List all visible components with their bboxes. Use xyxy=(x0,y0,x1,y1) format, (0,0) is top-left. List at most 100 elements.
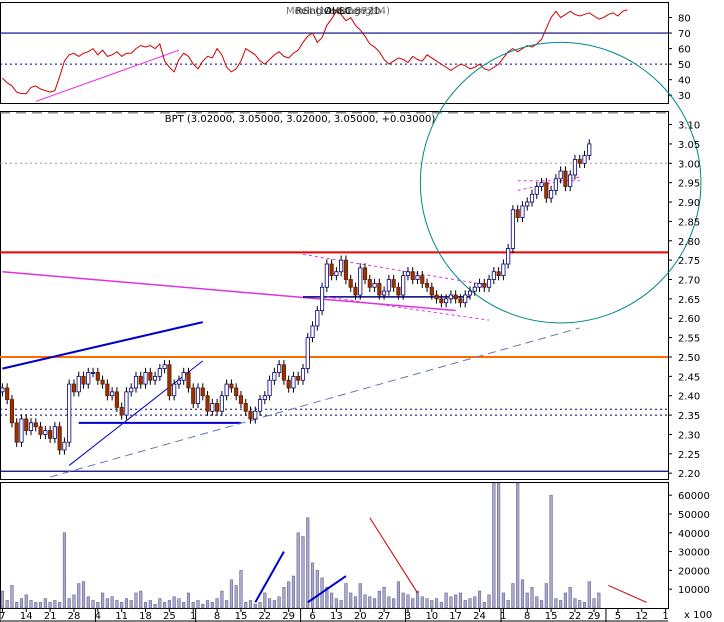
price-candle xyxy=(482,282,487,288)
day-tick-label: 8 xyxy=(214,611,220,622)
price-candle xyxy=(110,391,115,397)
price-candle xyxy=(296,375,301,381)
price-candle xyxy=(129,387,134,393)
volume-bar xyxy=(449,596,453,609)
price-candle xyxy=(343,259,348,280)
day-tick-label: 1 xyxy=(662,611,668,622)
price-candle xyxy=(477,282,482,288)
price-candle xyxy=(138,375,143,385)
price-candle xyxy=(382,290,387,296)
volume-bar xyxy=(396,581,400,609)
price-candle xyxy=(310,325,315,339)
price-ytick-label: 2.85 xyxy=(678,217,700,228)
volume-bar xyxy=(19,598,24,609)
volume-bar xyxy=(520,579,525,609)
price-candle xyxy=(558,170,563,180)
price-candle xyxy=(553,178,558,191)
volume-scale-note: x 100 xyxy=(684,610,712,621)
price-candle xyxy=(348,279,353,288)
volume-bar xyxy=(372,598,377,609)
price-candle xyxy=(0,387,5,393)
volume-bar xyxy=(58,602,62,609)
price-ytick-label: 2.35 xyxy=(678,411,700,422)
volume-bar xyxy=(525,592,529,609)
volume-bar xyxy=(368,596,372,609)
price-frame xyxy=(0,111,669,480)
volume-bar xyxy=(444,592,448,609)
rsi-ytick-label: 80 xyxy=(678,14,691,25)
price-candle xyxy=(157,368,162,377)
price-candle xyxy=(405,271,411,277)
volume-bar xyxy=(163,602,167,609)
price-candle xyxy=(372,282,377,288)
volume-bar xyxy=(358,583,362,609)
price-candle xyxy=(243,403,248,412)
volume-bar xyxy=(81,581,86,609)
price-ytick-label: 2.45 xyxy=(678,372,700,383)
price-candle xyxy=(534,186,539,195)
price-candle xyxy=(305,337,310,370)
volume-bar xyxy=(306,517,310,609)
volume-bar xyxy=(191,602,195,609)
volume-bar xyxy=(229,579,233,609)
rsi-ytick-label: 60 xyxy=(678,45,691,56)
day-tick-label: 20 xyxy=(354,611,367,622)
volume-bar xyxy=(282,587,286,609)
price-ytick-label: 2.20 xyxy=(678,469,700,480)
price-ytick-label: 2.40 xyxy=(678,392,700,403)
volume-bar xyxy=(62,532,66,609)
volume-bar xyxy=(415,590,420,609)
rsi-title-overlay: RSI (14) 81.8720 xyxy=(296,6,380,17)
price-candle xyxy=(520,205,525,218)
volume-bar xyxy=(334,598,338,609)
price-candle xyxy=(424,282,430,288)
price-candle xyxy=(219,395,224,412)
volume-bar xyxy=(24,594,28,609)
volume-bar xyxy=(34,602,38,609)
volume-bar xyxy=(244,602,248,609)
price-candle xyxy=(90,372,96,374)
volume-bar xyxy=(38,602,43,609)
day-tick-label: 7 xyxy=(0,611,6,622)
day-tick-label: 24 xyxy=(473,611,486,622)
volume-bar xyxy=(205,600,210,609)
volume-bar xyxy=(124,598,129,609)
volume-bar xyxy=(0,590,4,609)
volume-bar xyxy=(406,594,410,609)
volume-bar xyxy=(501,592,505,609)
price-candle xyxy=(429,286,434,296)
day-tick-label: 12 xyxy=(635,611,648,622)
day-tick-label: 8 xyxy=(524,611,530,622)
price-candle xyxy=(95,372,100,381)
volume-bar xyxy=(263,592,267,609)
price-candle xyxy=(186,372,191,389)
price-candle xyxy=(14,422,19,443)
volume-bar xyxy=(587,581,591,609)
price-candle xyxy=(52,426,57,439)
volume-bar xyxy=(48,602,52,609)
price-candle xyxy=(57,426,62,451)
volume-bar xyxy=(43,598,47,609)
price-candle xyxy=(272,372,277,381)
volume-bar xyxy=(477,590,482,609)
volume-bar xyxy=(516,482,520,609)
volume-bar xyxy=(29,600,33,609)
volume-bar xyxy=(420,596,424,609)
price-candle xyxy=(195,387,201,404)
day-tick-label: 17 xyxy=(449,611,462,622)
volume-bar xyxy=(167,600,171,609)
day-tick-label: 29 xyxy=(588,611,601,622)
rsi-ytick-label: 50 xyxy=(678,60,691,71)
price-candle xyxy=(105,383,110,397)
volume-bar xyxy=(291,575,296,609)
price-candle xyxy=(506,248,511,265)
volume-bar xyxy=(101,592,105,609)
price-candle xyxy=(362,267,368,280)
volume-bar xyxy=(344,583,348,609)
volume-bar xyxy=(430,600,434,609)
price-candle xyxy=(515,209,520,218)
day-tick-label: 10 xyxy=(425,611,438,622)
rsi-trendline xyxy=(35,49,180,102)
volume-panel: 10000 20000 30000 40000 50000 60000 x 100 xyxy=(0,482,712,621)
volume-bar xyxy=(91,600,95,609)
